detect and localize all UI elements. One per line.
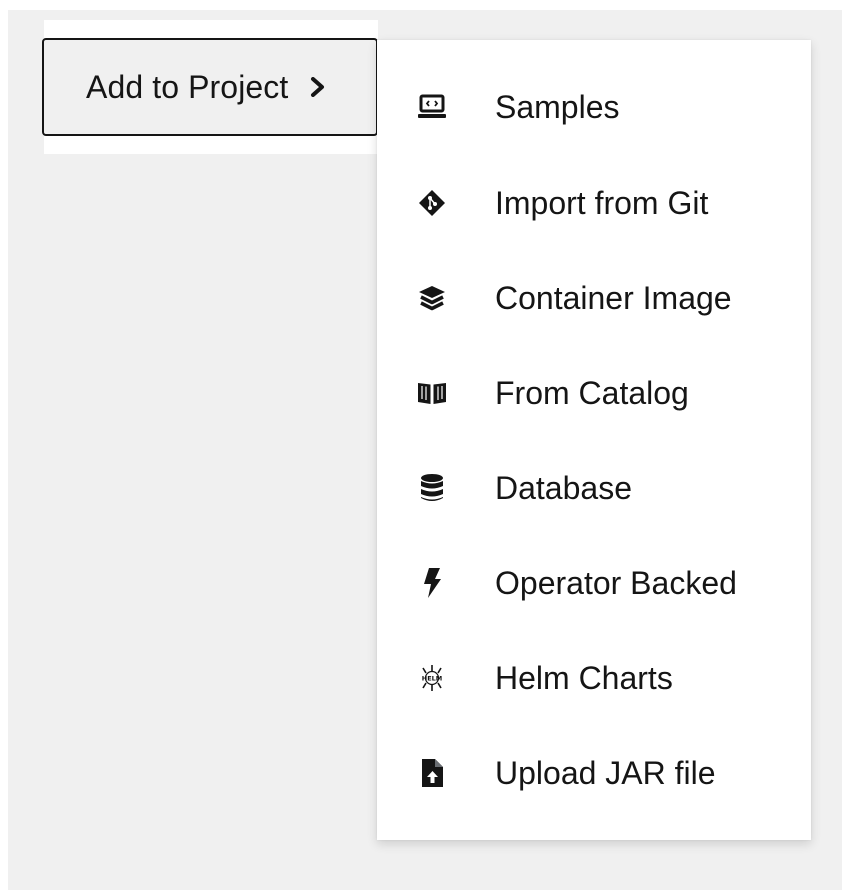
menu-item-operator-backed[interactable]: Operator Backed bbox=[377, 536, 811, 630]
add-to-project-label: Add to Project bbox=[86, 68, 289, 105]
menu-item-label: Import from Git bbox=[495, 184, 709, 221]
git-icon bbox=[417, 188, 447, 218]
menu-item-label: Upload JAR file bbox=[495, 754, 716, 791]
database-icon bbox=[417, 473, 447, 503]
menu-item-from-catalog[interactable]: From Catalog bbox=[377, 346, 811, 440]
add-to-project-menu: Samples Import from Git Container Image bbox=[377, 40, 811, 840]
menu-item-label: Samples bbox=[495, 88, 620, 125]
helm-icon: HELM bbox=[417, 663, 447, 693]
menu-item-label: Operator Backed bbox=[495, 564, 737, 601]
menu-item-upload-jar-file[interactable]: Upload JAR file bbox=[377, 726, 811, 820]
svg-text:HELM: HELM bbox=[422, 675, 443, 683]
menu-item-samples[interactable]: Samples bbox=[377, 60, 811, 154]
layers-icon bbox=[417, 283, 447, 313]
file-upload-icon bbox=[417, 758, 447, 788]
menu-item-label: From Catalog bbox=[495, 374, 689, 411]
menu-item-label: Database bbox=[495, 469, 632, 506]
book-open-icon bbox=[417, 378, 447, 408]
menu-item-import-from-git[interactable]: Import from Git bbox=[377, 156, 811, 250]
menu-item-container-image[interactable]: Container Image bbox=[377, 251, 811, 345]
menu-item-database[interactable]: Database bbox=[377, 441, 811, 535]
add-to-project-toggle[interactable]: Add to Project bbox=[42, 38, 378, 136]
chevron-right-icon bbox=[310, 77, 326, 97]
bolt-icon bbox=[417, 568, 447, 598]
menu-item-label: Helm Charts bbox=[495, 659, 673, 696]
menu-item-label: Container Image bbox=[495, 279, 732, 316]
laptop-code-icon bbox=[417, 92, 447, 122]
menu-item-helm-charts[interactable]: HELM Helm Charts bbox=[377, 631, 811, 725]
